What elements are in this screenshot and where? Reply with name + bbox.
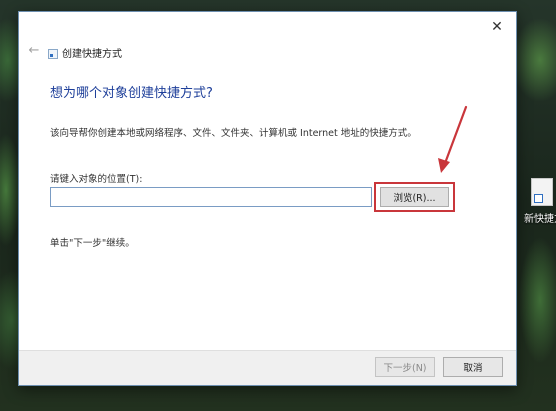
- create-shortcut-dialog: ✕ ← 创建快捷方式 想为哪个对象创建快捷方式? 该向导帮你创建本地或网络程序、…: [18, 11, 517, 386]
- location-input[interactable]: [50, 187, 372, 207]
- back-button[interactable]: ←: [26, 43, 42, 59]
- close-icon: ✕: [491, 19, 503, 35]
- page-heading: 想为哪个对象创建快捷方式?: [50, 86, 213, 101]
- continue-hint: 单击"下一步"继续。: [50, 238, 135, 249]
- cancel-button[interactable]: 取消: [443, 357, 503, 377]
- shortcut-file-icon: [531, 178, 553, 206]
- window-title: 创建快捷方式: [62, 49, 122, 60]
- desktop-shortcut-icon[interactable]: 新快捷方: [524, 178, 556, 225]
- location-label: 请键入对象的位置(T):: [50, 174, 143, 185]
- dialog-footer: 下一步(N) 取消: [19, 350, 516, 385]
- shortcut-title-icon: [48, 49, 58, 59]
- close-button[interactable]: ✕: [489, 19, 505, 35]
- next-button[interactable]: 下一步(N): [375, 357, 435, 377]
- desktop-shortcut-label: 新快捷方: [524, 214, 556, 225]
- back-arrow-icon: ←: [28, 43, 40, 58]
- wizard-description: 该向导帮你创建本地或网络程序、文件、文件夹、计算机或 Internet 地址的快…: [50, 128, 417, 139]
- browse-button[interactable]: 浏览(R)...: [380, 187, 449, 207]
